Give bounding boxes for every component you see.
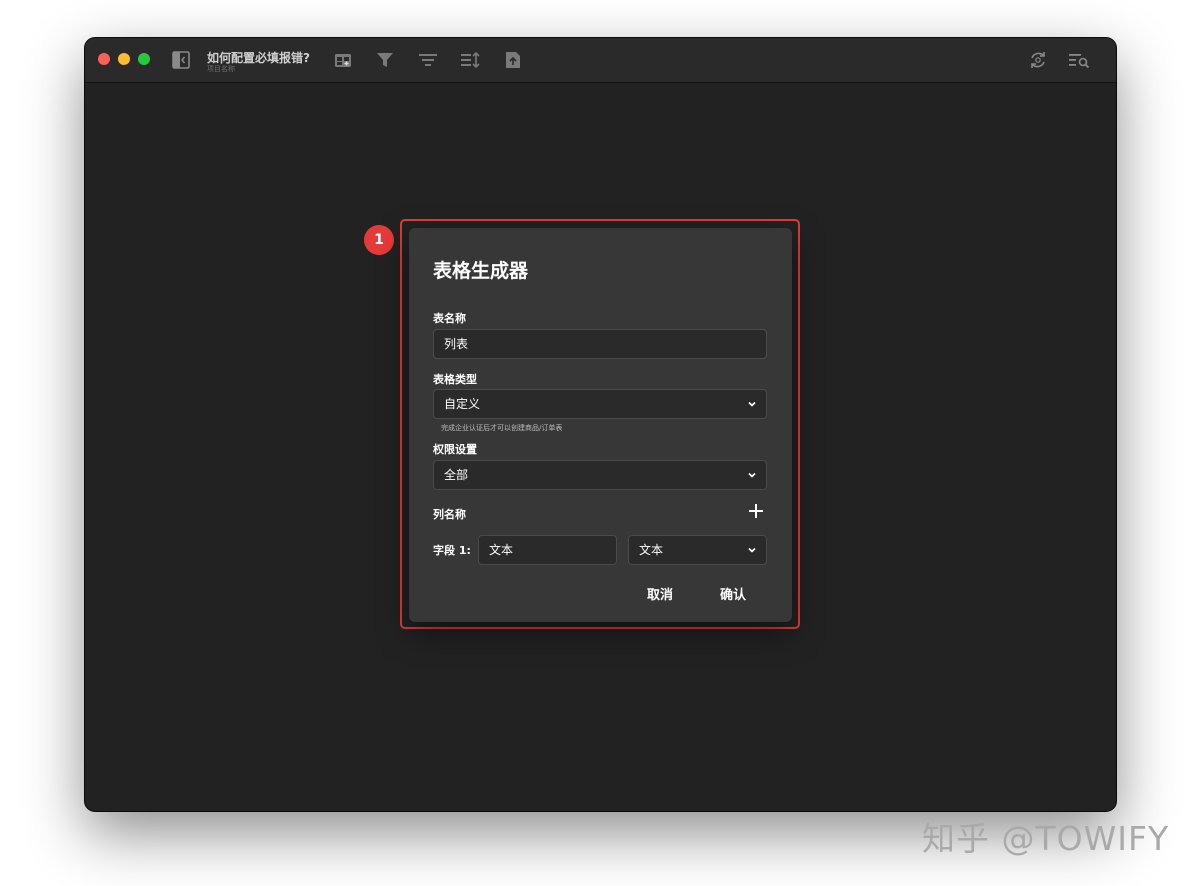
table-name-input[interactable]: 列表 xyxy=(433,329,767,359)
field-1-type-value: 文本 xyxy=(639,543,664,557)
minimize-window-button[interactable] xyxy=(118,53,130,65)
dialog-title: 表格生成器 xyxy=(433,260,529,282)
step-badge: 1 xyxy=(364,225,394,255)
add-table-icon[interactable] xyxy=(332,49,354,71)
table-type-hint: 完成企业认证后才可以创建商品/订单表 xyxy=(441,424,563,432)
field-1-label: 字段 1: xyxy=(433,544,471,557)
confirm-button[interactable]: 确认 xyxy=(720,584,746,603)
filter-icon[interactable] xyxy=(374,49,396,71)
chevron-down-icon xyxy=(747,545,757,555)
permission-value: 全部 xyxy=(444,468,469,482)
document-subtitle: 项目名称 xyxy=(207,65,235,73)
sort-icon[interactable] xyxy=(460,49,482,71)
add-column-icon[interactable] xyxy=(746,501,766,521)
permission-select[interactable]: 全部 xyxy=(433,460,767,490)
zoom-window-button[interactable] xyxy=(138,53,150,65)
table-type-value: 自定义 xyxy=(444,397,481,411)
cancel-button[interactable]: 取消 xyxy=(647,584,673,603)
chevron-down-icon xyxy=(747,470,757,480)
sync-icon[interactable] xyxy=(1027,49,1049,71)
field-1-name-input[interactable]: 文本 xyxy=(478,535,617,565)
search-list-icon[interactable] xyxy=(1068,49,1090,71)
columns-label: 列名称 xyxy=(433,508,466,521)
field-1-type-select[interactable]: 文本 xyxy=(628,535,767,565)
sidebar-toggle-icon[interactable] xyxy=(170,49,192,71)
table-name-label: 表名称 xyxy=(433,312,466,325)
permission-label: 权限设置 xyxy=(433,443,477,456)
group-icon[interactable] xyxy=(417,49,439,71)
table-type-label: 表格类型 xyxy=(433,373,477,386)
table-type-select[interactable]: 自定义 xyxy=(433,389,767,419)
watermark: 知乎 @TOWIFY xyxy=(922,819,1170,858)
close-window-button[interactable] xyxy=(98,53,110,65)
title-bar: 如何配置必填报错? 项目名称 xyxy=(85,38,1116,83)
export-icon[interactable] xyxy=(502,49,524,71)
table-generator-dialog: 表格生成器 表名称 列表 表格类型 自定义 完成企业认证后才可以创建商品/订单表… xyxy=(409,228,792,622)
chevron-down-icon xyxy=(747,399,757,409)
